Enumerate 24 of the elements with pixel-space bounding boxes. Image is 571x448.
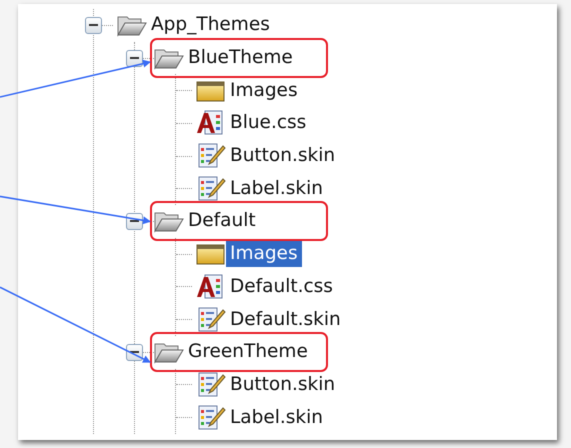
tree-item[interactable]: Default.skin — [226, 306, 345, 333]
folder-icon — [196, 242, 226, 266]
tree-item[interactable]: Images — [226, 241, 302, 268]
tree-item[interactable]: BlueTheme — [184, 45, 297, 72]
skin-file-icon — [196, 176, 226, 202]
skin-file-icon — [196, 404, 226, 431]
collapse-toggle[interactable] — [126, 212, 143, 230]
skin-file-icon — [196, 372, 226, 398]
skin-file-icon — [196, 143, 226, 170]
tree-item[interactable]: Button.skin — [226, 372, 340, 398]
collapse-toggle[interactable] — [126, 50, 143, 67]
skin-file-icon — [196, 306, 226, 333]
collapse-toggle[interactable] — [126, 344, 143, 361]
tree-item[interactable]: Images — [226, 78, 302, 104]
folder-icon — [196, 78, 226, 103]
tree-item[interactable]: GreenTheme — [184, 339, 312, 366]
tree-item[interactable]: Default — [184, 208, 260, 234]
tree-item[interactable]: Default.css — [226, 274, 337, 300]
tree-item[interactable]: Button.skin — [226, 143, 340, 170]
tree-item[interactable]: App_Themes — [147, 12, 274, 38]
tree-item[interactable]: Blue.css — [226, 110, 310, 136]
tree-item[interactable]: Label.skin — [226, 404, 328, 431]
tree-item[interactable]: Label.skin — [226, 176, 328, 202]
collapse-toggle[interactable] — [85, 16, 102, 34]
